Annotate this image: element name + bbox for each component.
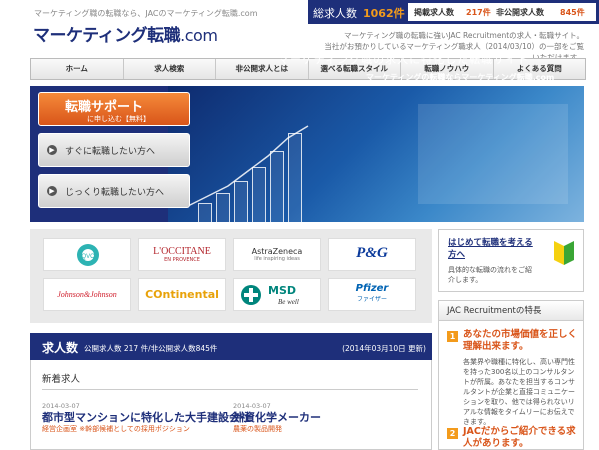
unpublished-jobs-value: 845件 [560,8,585,17]
job-stats-bar: 総求人数 1062件 掲載求人数 217件 非公開求人数 845件 [308,0,599,24]
career-support-sub: に申し込む【無料】 [87,115,150,123]
hero-trend-line [187,104,568,207]
total-jobs-label: 総求人数 [313,7,357,20]
client-logos-panel: QVC L'OCCITANE EN PROVENCE AstraZeneca l… [30,229,432,323]
jac-features-box: JAC Recruitmentの特長 1 あなたの市場価値を正しく理解出来ます。… [438,300,584,450]
msd-logo-sub: Be well [278,298,299,306]
logo-johnson-johnson[interactable]: Johnson&Johnson [43,278,131,311]
jnj-logo-text: Johnson&Johnson [57,290,117,299]
first-time-guide-box[interactable]: はじめて転職を考える 方へ 具体的な転職の流れをご紹介します。 [438,229,584,292]
pg-logo-text: P&G [356,245,388,261]
guide-description: 具体的な転職の流れをご紹介します。 [448,266,532,284]
loccitane-logo-text: L'OCCITANE [153,246,211,257]
guide-title-line-1: はじめて転職を考える [448,238,533,248]
nav-item-job-search[interactable]: 求人検索 [124,59,216,79]
change-job-slowly-label: じっくり転職したい方へ [65,188,165,198]
feature-1-description: 各業界や職種に特化し、高い専門性を持った300名以上のコンサルタントが所属。あな… [463,358,575,426]
job-counts-box: 掲載求人数 217件 非公開求人数 845件 [408,3,596,21]
logo-qvc[interactable]: QVC [43,238,131,271]
feature-1-title: あなたの市場価値を正しく理解出来ます。 [463,329,578,352]
logo-msd[interactable]: MSD Be well [233,278,321,311]
guide-title-line-2: 方へ [448,250,466,260]
logo-suffix-text: .com [180,26,218,45]
features-heading: JAC Recruitmentの特長 [439,301,583,321]
intro-line-1: マーケティング職の転職に強いJAC Recruitmentの求人・転職サイト。 [343,31,584,40]
job-1-title-link[interactable]: 都市型マンションに特化した大手建設会社 [42,409,251,425]
job-count-header: 求人数 公開求人数 217 件/非公開求人数845件 (2014年03月10日 … [30,333,432,360]
job-1-position: 経営企画室 ※幹部候補としての採用ポジション [42,425,190,433]
feature-2-title: JACだからご紹介できる求人があります。 [463,426,576,449]
logo-loccitane[interactable]: L'OCCITANE EN PROVENCE [138,238,226,271]
change-job-now-label: すぐに転職したい方へ [65,147,156,157]
new-jobs-panel [30,360,432,450]
new-jobs-heading: 新着求人 [42,374,81,385]
feature-1-number: 1 [447,331,458,342]
svg-text:QVC: QVC [81,254,95,260]
logo-astrazeneca[interactable]: AstraZeneca life inspiring ideas [233,238,321,271]
job-2-position: 農薬の製品開発 [233,425,282,433]
job-count-updated: (2014年03月10日 更新) [342,344,426,353]
change-job-slowly-button[interactable]: ▶ じっくり転職したい方へ [38,174,190,208]
astrazeneca-logo-text: AstraZeneca [251,247,303,256]
logo-continental[interactable]: COntinental [138,278,226,311]
arrow-right-icon: ▶ [47,145,57,155]
hero-subtitle: マーケティングの転職ならマーケティング転職.com [366,73,555,82]
msd-logo-icon [241,285,261,305]
pfizer-logo-sub: ファイザー [356,296,387,303]
career-support-button[interactable]: 転職サポート に申し込む【無料】 [38,92,190,126]
logo-pg[interactable]: P&G [328,238,416,271]
msd-logo-text: MSD [268,284,296,297]
job-count-detail: 公開求人数 217 件/非公開求人数845件 [84,344,218,353]
hero-banner: 転職サポート に申し込む【無料】 ▶ すぐに転職したい方へ ▶ じっくり転職した… [30,86,584,222]
site-tagline: マーケティング職の転職なら、JACのマーケティング転職.com [34,9,258,18]
published-jobs-value: 217件 [466,8,491,17]
site-logo[interactable]: マーケティング転職.com [33,21,218,46]
pfizer-logo-text: Pfizer [355,283,389,294]
hero-image [168,86,584,222]
divider [42,389,418,390]
published-jobs-label: 掲載求人数 [414,8,454,17]
continental-logo-text: COntinental [145,288,219,301]
loccitane-logo-sub: EN PROVENCE [164,257,200,263]
hero-title: マーケティング職の求人に特化した転職サイト [278,53,530,66]
arrow-right-icon: ▶ [47,186,57,196]
feature-2-number: 2 [447,428,458,439]
astrazeneca-logo-sub: life inspiring ideas [254,256,300,262]
logo-main-text: マーケティング転職 [33,26,181,46]
beginner-mark-icon [554,241,574,265]
job-count-title: 求人数 [42,341,79,355]
logo-pfizer[interactable]: Pfizer ファイザー [328,278,416,311]
total-jobs-value: 1062件 [363,7,405,20]
qvc-logo-icon: QVC [77,244,99,266]
unpublished-jobs-label: 非公開求人数 [496,8,544,17]
change-job-now-button[interactable]: ▶ すぐに転職したい方へ [38,133,190,167]
first-time-guide-link[interactable]: はじめて転職を考える 方へ [448,237,533,261]
career-support-title: 転職サポート [65,100,144,115]
nav-item-home[interactable]: ホーム [31,59,124,79]
job-2-title-link[interactable]: 外資化学メーカー [233,409,321,425]
